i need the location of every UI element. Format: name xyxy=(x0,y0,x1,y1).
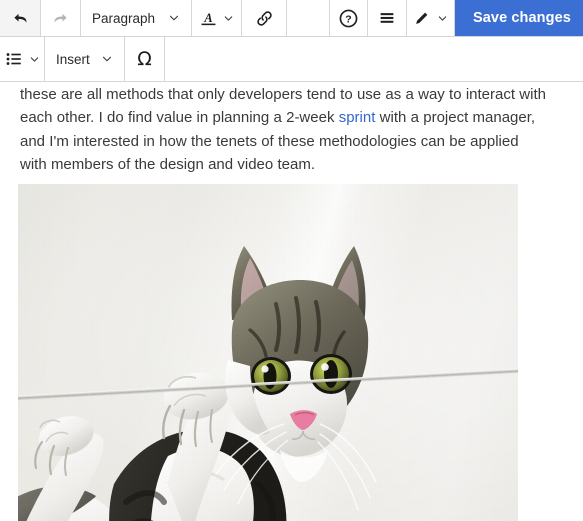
hamburger-menu-icon xyxy=(378,9,396,27)
underlined-a-icon: A xyxy=(200,9,217,28)
paragraph-style-value: Paragraph xyxy=(92,10,156,26)
list-style-dropdown[interactable] xyxy=(0,37,45,81)
chevron-down-icon xyxy=(437,13,448,24)
special-character-button[interactable]: Ω xyxy=(125,37,165,81)
chevron-down-icon xyxy=(223,13,234,24)
chevron-down-icon xyxy=(101,53,113,65)
cat-photograph[interactable] xyxy=(18,184,518,521)
chevron-down-icon xyxy=(168,12,180,24)
chevron-down-icon xyxy=(29,54,40,65)
help-button[interactable]: ? xyxy=(330,0,368,36)
insert-dropdown-value: Insert xyxy=(56,51,90,67)
undo-arrow-icon xyxy=(11,9,30,28)
redo-button[interactable] xyxy=(41,0,81,36)
paragraph-style-dropdown[interactable]: Paragraph xyxy=(81,0,192,36)
save-changes-button[interactable]: Save changes xyxy=(455,0,583,36)
toolbar-row-secondary-filler xyxy=(165,37,583,81)
insert-link-button[interactable] xyxy=(242,0,287,36)
photo-content xyxy=(18,184,518,521)
photo-grain xyxy=(18,184,518,521)
edit-mode-dropdown[interactable] xyxy=(407,0,455,36)
redo-arrow-icon xyxy=(51,9,70,28)
undo-button[interactable] xyxy=(0,0,41,36)
svg-text:?: ? xyxy=(345,13,351,25)
svg-text:A: A xyxy=(203,10,212,24)
menu-button[interactable] xyxy=(368,0,407,36)
toolbar-row-primary: Paragraph A ? Save changes xyxy=(0,0,583,37)
insert-dropdown[interactable]: Insert xyxy=(45,37,125,81)
pencil-icon xyxy=(413,9,431,27)
text-color-dropdown[interactable]: A xyxy=(192,0,242,36)
link-sprint[interactable]: sprint xyxy=(339,109,376,126)
link-chain-icon xyxy=(255,9,274,28)
question-circle-icon: ? xyxy=(338,8,359,29)
bulleted-list-icon xyxy=(5,50,23,68)
empty-slot xyxy=(287,0,330,36)
editor-window: testing, code review, and pair programmi… xyxy=(0,0,583,521)
omega-icon: Ω xyxy=(137,47,152,70)
toolbar-row-secondary: Insert Ω xyxy=(0,37,583,82)
